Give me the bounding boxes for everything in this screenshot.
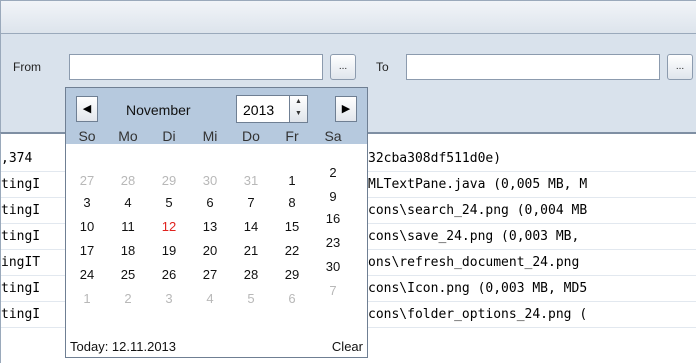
day-cell[interactable]: 26 [150, 267, 188, 282]
day-cell-today[interactable]: 12 [150, 219, 188, 234]
day-cell[interactable]: 11 [109, 219, 147, 234]
day-cell[interactable]: 7 [314, 283, 352, 298]
day-cell[interactable]: 21 [232, 243, 270, 258]
day-cell[interactable]: 6 [273, 291, 311, 306]
clear-button[interactable]: Clear [332, 339, 363, 354]
day-cell[interactable]: 15 [273, 219, 311, 234]
day-cell[interactable]: 20 [191, 243, 229, 258]
year-value: 2013 [243, 102, 275, 118]
day-cell[interactable]: 4 [191, 291, 229, 306]
today-button[interactable]: Today: 12.11.2013 [70, 339, 176, 354]
day-cell[interactable]: 22 [273, 243, 311, 258]
weekday-label: Fr [285, 128, 299, 144]
to-label: To [376, 60, 389, 74]
to-date-input[interactable] [406, 54, 660, 80]
day-cell[interactable]: 2 [314, 165, 352, 180]
day-cell[interactable]: 6 [191, 195, 229, 210]
day-cell[interactable]: 8 [273, 195, 311, 210]
day-cell[interactable]: 30 [314, 259, 352, 274]
day-cell[interactable]: 27 [191, 267, 229, 282]
day-cell[interactable]: 3 [150, 291, 188, 306]
day-cell[interactable]: 1 [68, 291, 106, 306]
day-cell[interactable]: 1 [273, 173, 311, 188]
weekday-label: Do [242, 128, 260, 144]
day-cell[interactable]: 27 [68, 173, 106, 188]
day-cell[interactable]: 29 [273, 267, 311, 282]
day-cell[interactable]: 14 [232, 219, 270, 234]
chevron-up-icon[interactable]: ▲ [290, 96, 307, 108]
day-cell[interactable]: 31 [232, 173, 270, 188]
weekday-label: Sa [324, 128, 342, 144]
day-cell[interactable]: 17 [68, 243, 106, 258]
month-label[interactable]: November [126, 102, 191, 118]
day-cell[interactable]: 5 [150, 195, 188, 210]
day-cell[interactable]: 7 [232, 195, 270, 210]
day-cell[interactable]: 19 [150, 243, 188, 258]
day-cell[interactable]: 28 [109, 173, 147, 188]
weekday-label: Mi [202, 128, 218, 144]
day-cell[interactable]: 18 [109, 243, 147, 258]
weekday-label: Mo [118, 128, 138, 144]
weekday-label: So [78, 128, 96, 144]
day-cell[interactable]: 16 [314, 211, 352, 226]
day-cell[interactable]: 13 [191, 219, 229, 234]
day-cell[interactable]: 3 [68, 195, 106, 210]
day-cell[interactable]: 10 [68, 219, 106, 234]
previous-month-button[interactable]: ◀ [76, 96, 98, 122]
year-spinner[interactable]: 2013 ▲ ▼ [236, 95, 308, 123]
day-cell[interactable]: 9 [314, 189, 352, 204]
to-date-picker-button[interactable]: ... [667, 54, 693, 80]
day-cell[interactable]: 23 [314, 235, 352, 250]
day-cell[interactable]: 4 [109, 195, 147, 210]
day-cell[interactable]: 30 [191, 173, 229, 188]
day-cell[interactable]: 5 [232, 291, 270, 306]
from-label: From [13, 60, 41, 74]
title-bar [0, 0, 696, 34]
year-spin-buttons[interactable]: ▲ ▼ [289, 96, 307, 122]
day-cell[interactable]: 25 [109, 267, 147, 282]
next-month-button[interactable]: ▶ [335, 96, 357, 122]
chevron-down-icon[interactable]: ▼ [290, 108, 307, 120]
day-cell[interactable]: 29 [150, 173, 188, 188]
day-cell[interactable]: 24 [68, 267, 106, 282]
chevron-right-icon: ▶ [341, 103, 351, 115]
date-picker-popup: ◀ November 2013 ▲ ▼ ▶ So Mo Di Mi Do Fr Sa 27 2… [65, 87, 368, 358]
weekday-label: Di [162, 128, 176, 144]
from-date-picker-button[interactable]: ... [330, 54, 356, 80]
chevron-left-icon: ◀ [82, 103, 92, 115]
day-cell[interactable]: 28 [232, 267, 270, 282]
from-date-input[interactable] [69, 54, 323, 80]
day-cell[interactable]: 2 [109, 291, 147, 306]
